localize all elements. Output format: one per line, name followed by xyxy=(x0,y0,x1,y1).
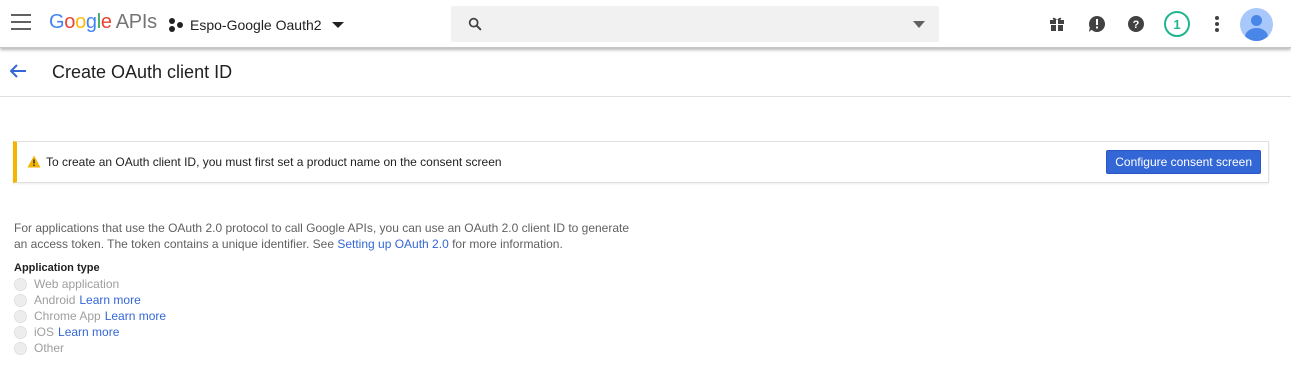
description-text: For applications that use the OAuth 2.0 … xyxy=(14,220,634,252)
logo-letter: o xyxy=(64,11,76,33)
page-header: Create OAuth client ID xyxy=(0,48,1291,97)
option-ios: iOS Learn more xyxy=(14,324,166,340)
logo-letter: g xyxy=(85,11,97,33)
radio-ios[interactable] xyxy=(14,325,27,339)
google-apis-logo[interactable]: Google APIs xyxy=(49,11,157,34)
project-dots-icon xyxy=(168,17,184,33)
option-label: Web application xyxy=(34,277,120,291)
android-learn-more-link[interactable]: Learn more xyxy=(79,293,140,307)
top-app-bar: Google APIs Espo-Google Oauth2 ? 1 xyxy=(0,0,1291,48)
more-vert-icon[interactable] xyxy=(1205,12,1229,36)
help-icon[interactable]: ? xyxy=(1124,12,1148,36)
configure-consent-screen-button[interactable]: Configure consent screen xyxy=(1106,150,1261,174)
account-avatar[interactable] xyxy=(1240,8,1273,41)
option-label: Other xyxy=(34,341,65,355)
logo-letter: G xyxy=(49,11,65,33)
option-other: Other xyxy=(14,340,166,356)
gift-icon[interactable] xyxy=(1045,12,1069,36)
page-title: Create OAuth client ID xyxy=(52,62,233,82)
logo-suffix: APIs xyxy=(115,11,157,33)
feedback-icon[interactable] xyxy=(1085,12,1109,36)
chrome-app-learn-more-link[interactable]: Learn more xyxy=(105,309,166,323)
menu-icon[interactable] xyxy=(11,14,31,32)
search-input[interactable] xyxy=(495,12,895,36)
application-type-label: Application type xyxy=(14,262,100,274)
option-web-application: Web application xyxy=(14,276,166,292)
logo-letter: o xyxy=(75,11,86,33)
radio-chrome-app[interactable] xyxy=(14,309,27,323)
option-chrome-app: Chrome App Learn more xyxy=(14,308,166,324)
search-bar[interactable] xyxy=(451,6,939,42)
radio-other[interactable] xyxy=(14,341,27,355)
search-dropdown-icon[interactable] xyxy=(913,21,925,28)
search-icon xyxy=(468,17,482,31)
warning-icon xyxy=(27,155,41,168)
ios-learn-more-link[interactable]: Learn more xyxy=(58,325,119,339)
back-arrow-icon[interactable] xyxy=(8,61,28,81)
project-name: Espo-Google Oauth2 xyxy=(190,17,322,33)
chevron-down-icon xyxy=(331,22,344,28)
application-type-options: Web application Android Learn more Chrom… xyxy=(14,276,166,356)
radio-web-application[interactable] xyxy=(14,277,27,291)
option-android: Android Learn more xyxy=(14,292,166,308)
logo-letter: e xyxy=(100,11,112,33)
warning-message: To create an OAuth client ID, you must f… xyxy=(46,155,502,169)
project-selector[interactable]: Espo-Google Oauth2 xyxy=(168,14,344,36)
option-label: Android xyxy=(34,293,76,307)
avatar-body xyxy=(1245,28,1268,41)
svg-text:?: ? xyxy=(1133,19,1140,31)
notification-badge[interactable]: 1 xyxy=(1164,11,1190,37)
option-label: Chrome App xyxy=(34,309,101,323)
avatar-head xyxy=(1251,15,1262,26)
description-text-after: for more information. xyxy=(448,237,563,251)
option-label: iOS xyxy=(34,325,55,339)
warning-banner: To create an OAuth client ID, you must f… xyxy=(13,141,1269,183)
radio-android[interactable] xyxy=(14,293,27,307)
setting-up-oauth-link[interactable]: Setting up OAuth 2.0 xyxy=(337,237,448,251)
